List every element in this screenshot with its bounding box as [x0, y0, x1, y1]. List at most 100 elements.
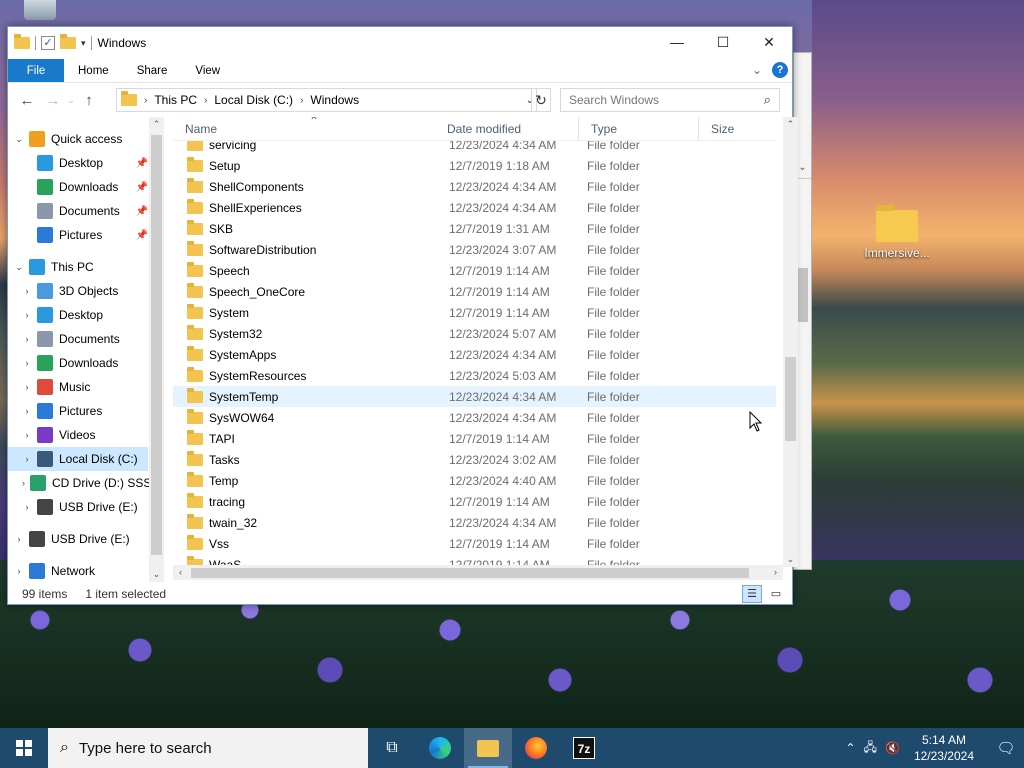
nav-item-local-disk-c[interactable]: › Local Disk (C:): [8, 447, 148, 471]
nav-item-network[interactable]: › Network: [8, 559, 148, 582]
table-row[interactable]: twain_32 12/23/2024 4:34 AM File folder: [173, 512, 776, 533]
table-row[interactable]: TAPI 12/7/2019 1:14 AM File folder: [173, 428, 776, 449]
close-button[interactable]: ✕: [746, 27, 792, 57]
search-input[interactable]: Search Windows ⌕: [560, 88, 780, 112]
chevron-down-icon[interactable]: ⌄: [14, 262, 24, 273]
maximize-button[interactable]: ☐: [700, 27, 746, 57]
chevron-right-icon[interactable]: ›: [14, 566, 24, 576]
scroll-left-icon[interactable]: ‹: [173, 565, 188, 580]
customize-toolbar-icon[interactable]: ▾: [81, 38, 86, 49]
clock[interactable]: 5:14 AM 12/23/2024: [908, 732, 980, 764]
nav-item-this-pc[interactable]: ⌄ This PC: [8, 255, 148, 279]
nav-item-3d-objects[interactable]: › 3D Objects: [8, 279, 148, 303]
breadcrumb-local-disk[interactable]: Local Disk (C:): [214, 93, 293, 107]
recycle-bin-icon[interactable]: [24, 0, 56, 20]
chevron-right-icon[interactable]: ›: [22, 382, 32, 392]
scroll-up-icon[interactable]: ⌃: [783, 119, 798, 130]
chevron-right-icon[interactable]: ›: [22, 502, 32, 512]
network-icon[interactable]: 🖧: [864, 738, 877, 759]
table-row[interactable]: Speech 12/7/2019 1:14 AM File folder: [173, 260, 776, 281]
table-row[interactable]: Vss 12/7/2019 1:14 AM File folder: [173, 533, 776, 554]
help-icon[interactable]: ?: [772, 62, 788, 78]
scroll-right-icon[interactable]: ›: [768, 565, 783, 580]
nav-scrollbar[interactable]: ⌃ ⌄: [149, 117, 164, 582]
chevron-down-icon[interactable]: ⌄: [14, 134, 24, 145]
table-row[interactable]: Setup 12/7/2019 1:18 AM File folder: [173, 155, 776, 176]
table-row[interactable]: ShellExperiences 12/23/2024 4:34 AM File f…: [173, 197, 776, 218]
chevron-right-icon[interactable]: ›: [22, 334, 32, 344]
volume-muted-icon[interactable]: 🔇: [885, 741, 900, 755]
firefox-icon[interactable]: [512, 728, 560, 768]
tab-file[interactable]: File: [8, 59, 64, 82]
table-row[interactable]: SystemApps 12/23/2024 4:34 AM File folder: [173, 344, 776, 365]
forward-button[interactable]: →: [40, 92, 66, 109]
chevron-right-icon[interactable]: ›: [22, 478, 25, 488]
nav-item-cd-drive-d-sss[interactable]: › CD Drive (D:) SSS: [8, 471, 151, 495]
scroll-up-icon[interactable]: ⌃: [149, 119, 164, 130]
edge-icon[interactable]: [416, 728, 464, 768]
table-row[interactable]: SystemTemp 12/23/2024 4:34 AM File folder: [173, 386, 776, 407]
notifications-icon[interactable]: 🗨: [988, 739, 1024, 757]
expand-ribbon-icon[interactable]: ⌄: [752, 63, 762, 77]
chevron-up-icon[interactable]: ⌃: [846, 741, 856, 755]
nav-item-usb-drive-e[interactable]: › USB Drive (E:): [8, 527, 148, 551]
details-view-icon[interactable]: ☰: [742, 585, 762, 603]
chevron-right-icon[interactable]: ›: [144, 95, 147, 106]
chevron-right-icon[interactable]: ›: [14, 534, 24, 544]
chevron-right-icon[interactable]: ›: [300, 95, 303, 106]
address-bar[interactable]: › This PC › Local Disk (C:) › Windows ⌄: [116, 88, 537, 112]
chevron-right-icon[interactable]: ›: [22, 406, 32, 416]
scroll-down-icon[interactable]: ⌄: [783, 554, 798, 565]
nav-item-downloads[interactable]: Downloads 📌: [8, 175, 148, 199]
nav-item-quick-access[interactable]: ⌄ Quick access: [8, 127, 148, 151]
table-row[interactable]: Speech_OneCore 12/7/2019 1:14 AM File fold…: [173, 281, 776, 302]
column-name[interactable]: Name ⌃: [173, 117, 435, 141]
start-button[interactable]: [0, 728, 48, 768]
nav-item-music[interactable]: › Music: [8, 375, 148, 399]
tab-share[interactable]: Share: [123, 59, 182, 82]
breadcrumb-windows[interactable]: Windows: [310, 93, 359, 107]
file-explorer-icon[interactable]: [464, 728, 512, 768]
chevron-right-icon[interactable]: ›: [22, 430, 32, 440]
back-button[interactable]: ←: [14, 92, 40, 109]
column-size[interactable]: Size: [699, 117, 776, 141]
desktop-folder-icon[interactable]: Immersive...: [860, 205, 934, 260]
background-scroll-thumb[interactable]: [797, 268, 808, 322]
nav-item-downloads[interactable]: › Downloads: [8, 351, 148, 375]
7zip-icon[interactable]: 7z: [560, 728, 608, 768]
nav-item-usb-drive-e[interactable]: › USB Drive (E:): [8, 495, 148, 519]
breadcrumb-this-pc[interactable]: This PC: [154, 93, 197, 107]
minimize-button[interactable]: —: [654, 27, 700, 57]
taskbar-search[interactable]: ⌕ Type here to search: [48, 728, 368, 768]
scroll-down-icon[interactable]: ⌄: [149, 569, 164, 580]
table-row[interactable]: SystemResources 12/23/2024 5:03 AM File fo…: [173, 365, 776, 386]
chevron-right-icon[interactable]: ›: [22, 358, 32, 368]
nav-item-documents[interactable]: › Documents: [8, 327, 148, 351]
table-row[interactable]: System 12/7/2019 1:14 AM File folder: [173, 302, 776, 323]
chevron-right-icon[interactable]: ›: [22, 454, 32, 464]
table-row[interactable]: SKB 12/7/2019 1:31 AM File folder: [173, 218, 776, 239]
column-type[interactable]: Type: [579, 117, 699, 141]
nav-item-desktop[interactable]: › Desktop: [8, 303, 148, 327]
nav-item-desktop[interactable]: Desktop 📌: [8, 151, 148, 175]
up-button[interactable]: ↑: [76, 92, 102, 109]
tab-view[interactable]: View: [181, 59, 234, 82]
nav-item-documents[interactable]: Documents 📌: [8, 199, 148, 223]
horizontal-scrollbar[interactable]: ‹ ›: [173, 565, 783, 580]
column-date[interactable]: Date modified: [435, 117, 579, 141]
nav-item-pictures[interactable]: Pictures 📌: [8, 223, 148, 247]
properties-icon[interactable]: ✓: [41, 36, 55, 50]
task-view-icon[interactable]: ⧉: [368, 728, 416, 768]
recent-locations-icon[interactable]: ⌄: [66, 95, 76, 106]
chevron-right-icon[interactable]: ›: [204, 95, 207, 106]
refresh-button[interactable]: ↻: [531, 88, 551, 112]
file-list-scrollbar[interactable]: ⌃ ⌄: [783, 117, 798, 567]
table-row[interactable]: Tasks 12/23/2024 3:02 AM File folder: [173, 449, 776, 470]
large-icons-view-icon[interactable]: ▭: [766, 585, 786, 603]
new-folder-icon[interactable]: [60, 34, 76, 49]
table-row[interactable]: SysWOW64 12/23/2024 4:34 AM File folder: [173, 407, 776, 428]
table-row[interactable]: Temp 12/23/2024 4:40 AM File folder: [173, 470, 776, 491]
horizontal-scroll-thumb[interactable]: [191, 568, 749, 578]
tab-home[interactable]: Home: [64, 59, 123, 82]
table-row[interactable]: System32 12/23/2024 5:07 AM File folder: [173, 323, 776, 344]
